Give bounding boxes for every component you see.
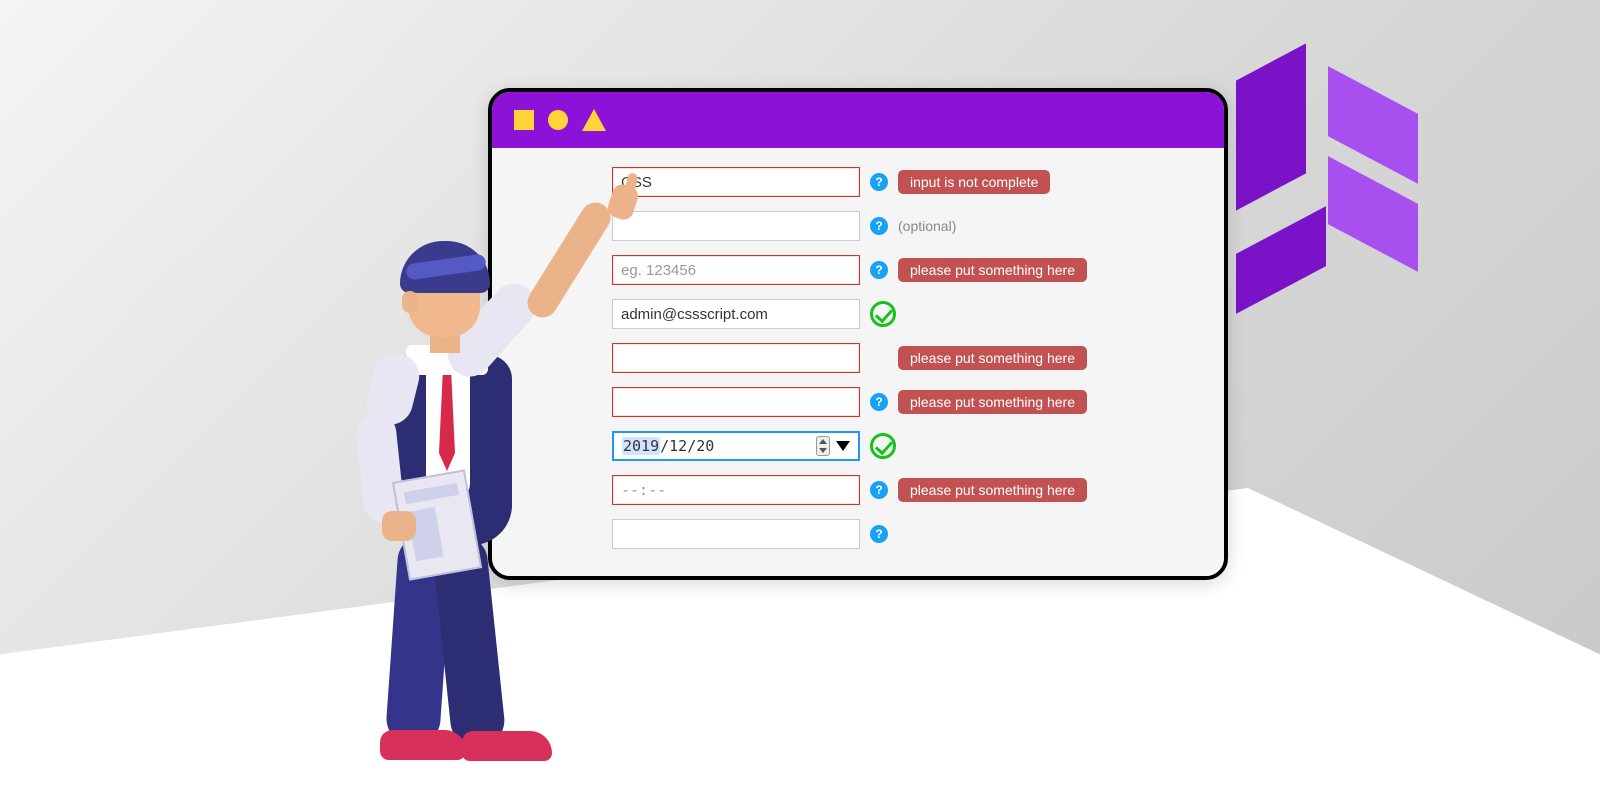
- date-stepper[interactable]: [816, 436, 830, 456]
- form-row: CSS input is not complete: [612, 162, 1224, 202]
- error-message: please put something here: [898, 346, 1087, 370]
- window-titlebar: [492, 92, 1224, 148]
- form-row: [612, 514, 1224, 554]
- text-input-4[interactable]: [612, 343, 860, 373]
- form-row: eg. 123456 please put something here: [612, 250, 1224, 290]
- error-message: please put something here: [898, 390, 1087, 414]
- presenter-illustration: [322, 225, 582, 785]
- hint-text: (optional): [898, 218, 956, 234]
- help-icon[interactable]: [870, 217, 888, 235]
- form-row: admin@cssscript.com: [612, 294, 1224, 334]
- error-message: please put something here: [898, 478, 1087, 502]
- valid-check-icon: [870, 433, 896, 459]
- text-input-5[interactable]: [612, 387, 860, 417]
- form-row: please put something here: [612, 338, 1224, 378]
- text-input-6[interactable]: [612, 519, 860, 549]
- email-input[interactable]: admin@cssscript.com: [612, 299, 860, 329]
- error-message: please put something here: [898, 258, 1087, 282]
- form-row: --:-- please put something here: [612, 470, 1224, 510]
- error-message: input is not complete: [898, 170, 1050, 194]
- text-input-1[interactable]: CSS: [612, 167, 860, 197]
- time-input[interactable]: --:--: [612, 475, 860, 505]
- input-value: admin@cssscript.com: [621, 306, 768, 323]
- form-row: please put something here: [612, 382, 1224, 422]
- text-input-2[interactable]: [612, 211, 860, 241]
- help-icon[interactable]: [870, 173, 888, 191]
- date-rest: /12/20: [660, 437, 714, 455]
- circle-icon: [548, 110, 568, 130]
- help-icon[interactable]: [870, 393, 888, 411]
- form-row: 2019/12/20: [612, 426, 1224, 466]
- valid-check-icon: [870, 301, 896, 327]
- help-icon[interactable]: [870, 261, 888, 279]
- input-placeholder: --:--: [621, 481, 666, 499]
- triangle-icon: [582, 109, 606, 131]
- help-icon[interactable]: [870, 481, 888, 499]
- input-placeholder: eg. 123456: [621, 262, 696, 279]
- square-icon: [514, 110, 534, 130]
- text-input-3[interactable]: eg. 123456: [612, 255, 860, 285]
- date-year-selected: 2019: [622, 437, 660, 455]
- help-icon[interactable]: [870, 525, 888, 543]
- form-row: (optional): [612, 206, 1224, 246]
- date-input[interactable]: 2019/12/20: [612, 431, 860, 461]
- chevron-down-icon[interactable]: [836, 441, 850, 451]
